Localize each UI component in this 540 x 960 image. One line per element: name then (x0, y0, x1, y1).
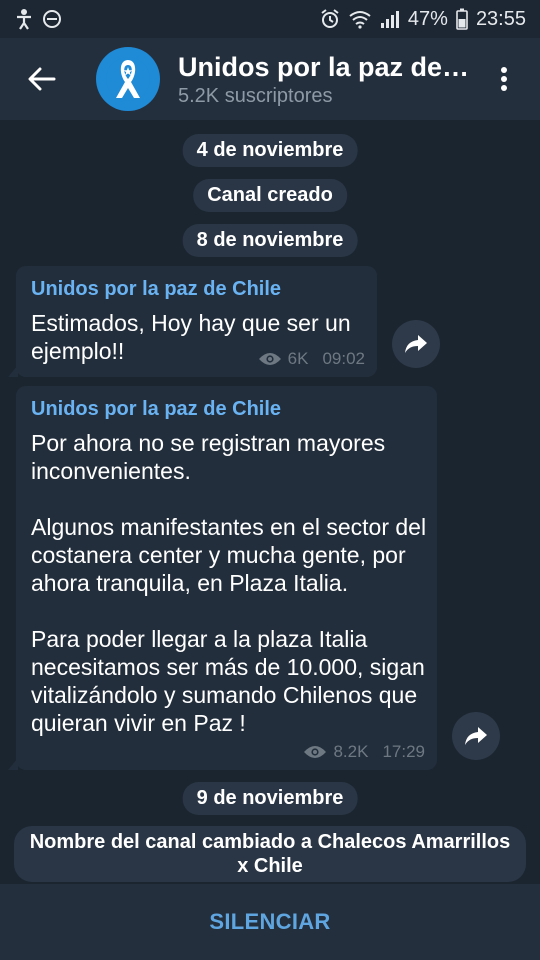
post-text: Por ahora no se registran mayores inconv… (31, 430, 427, 736)
post-meta: 6K 09:02 (258, 349, 365, 369)
ribbon-logo-icon (106, 57, 150, 101)
date-divider: 4 de noviembre (182, 134, 358, 167)
bubble-tail (8, 758, 18, 770)
channel-avatar[interactable] (96, 47, 160, 111)
mute-button[interactable]: SILENCIAR (209, 909, 330, 935)
channel-post[interactable]: Unidos por la paz de Chile Estimados, Ho… (8, 266, 377, 377)
channel-info[interactable]: Unidos por la paz de C... 5.2K suscripto… (178, 51, 474, 108)
views-eye-icon (258, 353, 281, 365)
status-bar: 47% 23:55 (0, 0, 540, 38)
view-count: 6K (287, 349, 309, 368)
share-button[interactable] (452, 712, 500, 760)
kebab-menu-icon (501, 67, 507, 91)
service-message: Canal creado (193, 179, 347, 212)
back-arrow-icon (28, 67, 56, 91)
clock: 23:55 (475, 7, 526, 30)
bottom-bar: SILENCIAR (0, 884, 540, 960)
more-options-button[interactable] (482, 38, 526, 120)
battery-percentage: 47% (407, 7, 448, 30)
post-time: 17:29 (382, 742, 425, 761)
bubble-tail (8, 365, 18, 377)
date-divider: 9 de noviembre (182, 782, 358, 815)
channel-title: Unidos por la paz de C... (178, 51, 474, 82)
channel-post[interactable]: Unidos por la paz de Chile Por ahora no … (8, 386, 437, 770)
date-divider: 8 de noviembre (182, 224, 358, 257)
post-time: 09:02 (322, 349, 365, 368)
service-message: Nombre del canal cambiado a Chalecos Ama… (14, 826, 526, 882)
chat-header: Unidos por la paz de C... 5.2K suscripto… (0, 38, 540, 120)
accessibility-icon (14, 8, 34, 30)
views-eye-icon (304, 746, 327, 758)
post-meta: 8.2K 17:29 (303, 742, 425, 762)
share-button[interactable] (392, 320, 440, 368)
view-count: 8.2K (333, 742, 369, 761)
subscriber-count: 5.2K suscriptores (178, 84, 333, 107)
do-not-disturb-icon (42, 9, 62, 29)
signal-icon (380, 10, 400, 28)
battery-icon (456, 8, 468, 30)
share-arrow-icon (405, 335, 427, 353)
back-button[interactable] (0, 38, 84, 120)
share-arrow-icon (465, 727, 487, 745)
post-sender: Unidos por la paz de Chile (31, 398, 282, 420)
alarm-icon (320, 9, 340, 29)
post-sender: Unidos por la paz de Chile (31, 278, 282, 300)
wifi-icon (348, 9, 372, 29)
message-list[interactable]: 4 de noviembre Canal creado 8 de noviemb… (0, 120, 540, 884)
